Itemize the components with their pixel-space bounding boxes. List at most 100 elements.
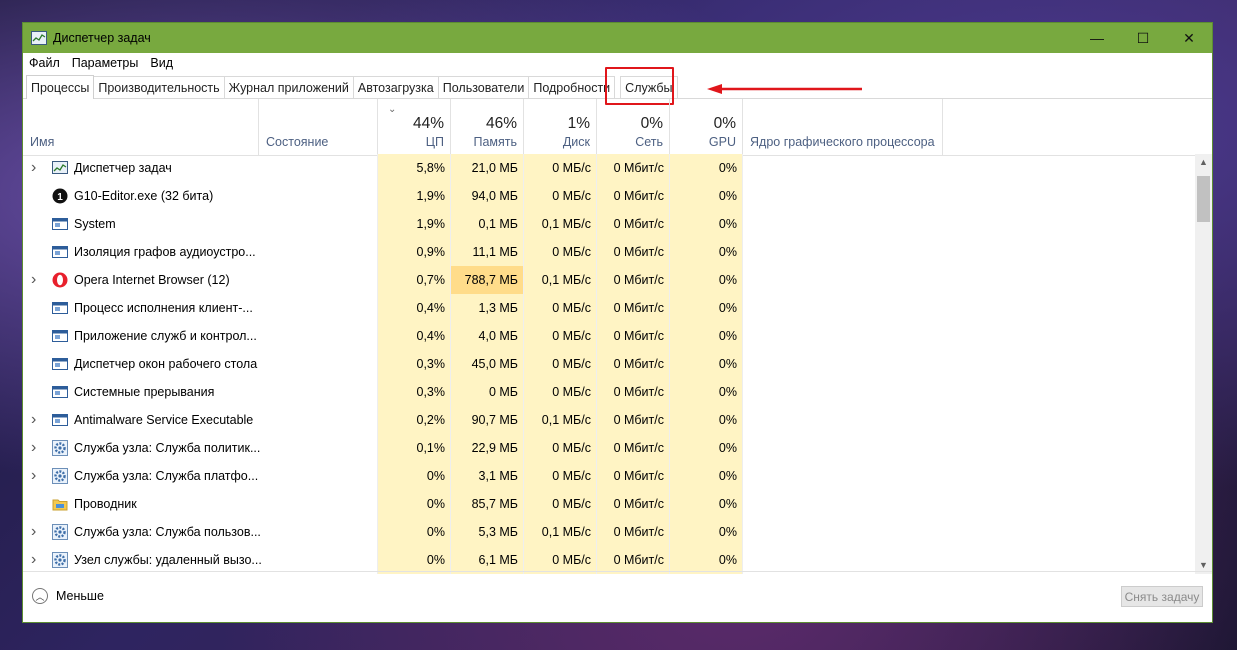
menu-options[interactable]: Параметры [72, 56, 139, 70]
memory-cell: 22,9 МБ [451, 434, 524, 462]
service-gear-icon [52, 524, 68, 540]
network-cell: 0 Мбит/с [597, 238, 670, 266]
process-name: Узел службы: удаленный вызо... [74, 553, 262, 567]
memory-cell: 6,1 МБ [451, 546, 524, 574]
gpu-cell: 0% [670, 378, 743, 406]
network-cell: 0 Мбит/с [597, 266, 670, 294]
cpu-cell: 0,7% [378, 266, 451, 294]
disk-cell: 0 МБ/с [524, 350, 597, 378]
expand-chevron-icon[interactable]: › [31, 546, 36, 574]
column-network[interactable]: 0% Сеть [597, 99, 670, 155]
expand-chevron-icon[interactable]: › [31, 406, 36, 434]
column-status[interactable]: Состояние [259, 99, 378, 155]
service-gear-icon [52, 440, 68, 456]
tab-app-history[interactable]: Журнал приложений [223, 76, 354, 98]
network-cell: 0 Мбит/с [597, 518, 670, 546]
cpu-cell: 1,9% [378, 210, 451, 238]
expand-chevron-icon[interactable]: › [31, 462, 36, 490]
network-cell: 0 Мбит/с [597, 322, 670, 350]
system-window-icon [52, 300, 68, 316]
maximize-button[interactable]: ☐ [1120, 23, 1166, 53]
end-task-button[interactable]: Снять задачу [1121, 586, 1203, 607]
disk-cell: 0 МБ/с [524, 378, 597, 406]
process-row[interactable]: Приложение служб и контрол... 0,4% 4,0 МБ 0… [23, 322, 1197, 350]
system-window-icon [52, 412, 68, 428]
memory-cell: 3,1 МБ [451, 462, 524, 490]
tab-services[interactable]: Службы [620, 76, 678, 98]
expand-chevron-icon[interactable]: › [31, 154, 36, 182]
column-name[interactable]: Имя [23, 99, 259, 155]
gpu-cell: 0% [670, 434, 743, 462]
process-row[interactable]: System 1,9% 0,1 МБ 0,1 МБ/с 0 Мбит/с 0% [23, 210, 1197, 238]
disk-cell: 0,1 МБ/с [524, 406, 597, 434]
gpu-cell: 0% [670, 518, 743, 546]
g10-editor-icon: 1 [52, 188, 68, 204]
disk-cell: 0 МБ/с [524, 182, 597, 210]
process-row[interactable]: Системные прерывания 0,3% 0 МБ 0 МБ/с 0 Мбит… [23, 378, 1197, 406]
gpu-cell: 0% [670, 266, 743, 294]
footer-bar: ︿ Меньше Снять задачу [23, 571, 1212, 622]
memory-cell: 5,3 МБ [451, 518, 524, 546]
system-window-icon [52, 356, 68, 372]
column-memory[interactable]: 46% Память [451, 99, 524, 155]
process-name: Системные прерывания [74, 385, 215, 399]
process-row[interactable]: › Служба узла: Служба платфо... 0% 3,1 МБ 0 … [23, 462, 1197, 490]
system-window-icon [52, 384, 68, 400]
network-cell: 0 Мбит/с [597, 182, 670, 210]
process-row[interactable]: 1 G10-Editor.exe (32 бита) 1,9% 94,0 МБ 0 МБ… [23, 182, 1197, 210]
tab-details[interactable]: Подробности [528, 76, 616, 98]
process-row[interactable]: › Antimalware Service Executable 0,2% 90,7 … [23, 406, 1197, 434]
disk-cell: 0 МБ/с [524, 490, 597, 518]
cpu-cell: 1,9% [378, 182, 451, 210]
close-button[interactable]: ✕ [1166, 23, 1212, 53]
expand-chevron-icon[interactable]: › [31, 266, 36, 294]
process-row[interactable]: › Служба узла: Служба политик... 0,1% 22,9 … [23, 434, 1197, 462]
process-row[interactable]: Процесс исполнения клиент-... 0,4% 1,3 МБ 0… [23, 294, 1197, 322]
process-name: Opera Internet Browser (12) [74, 273, 230, 287]
task-manager-icon [31, 31, 47, 45]
expand-chevron-icon[interactable]: › [31, 434, 36, 462]
process-row[interactable]: › Opera Internet Browser (12) 0,7% 788,7 МБ… [23, 266, 1197, 294]
menu-file[interactable]: Файл [29, 56, 60, 70]
process-row[interactable]: Проводник 0% 85,7 МБ 0 МБ/с 0 Мбит/с 0% [23, 490, 1197, 518]
network-cell: 0 Мбит/с [597, 294, 670, 322]
menu-view[interactable]: Вид [150, 56, 173, 70]
gpu-cell: 0% [670, 182, 743, 210]
svg-text:1: 1 [57, 192, 63, 203]
tab-strip: Процессы Производительность Журнал прило… [23, 67, 1212, 105]
scroll-up-icon[interactable]: ▲ [1195, 154, 1212, 171]
process-name: Служба узла: Служба платфо... [74, 469, 259, 483]
expand-chevron-icon[interactable]: › [31, 518, 36, 546]
process-row[interactable]: › Диспетчер задач 5,8% 21,0 МБ 0 МБ/с 0 Мбит/… [23, 154, 1197, 182]
task-manager-window: Диспетчер задач — ☐ ✕ Файл Параметры Вид… [22, 22, 1213, 623]
process-row[interactable]: Изоляция графов аудиоустро... 0,9% 11,1 МБ… [23, 238, 1197, 266]
memory-cell: 45,0 МБ [451, 350, 524, 378]
process-name: Служба узла: Служба пользов... [74, 525, 261, 539]
fewer-details-button[interactable]: ︿ Меньше [32, 588, 104, 604]
tab-processes[interactable]: Процессы [26, 75, 95, 99]
process-row[interactable]: Диспетчер окон рабочего стола 0,3% 45,0 МБ… [23, 350, 1197, 378]
column-cpu[interactable]: ⌄ 44% ЦП [378, 99, 451, 155]
column-disk[interactable]: 1% Диск [524, 99, 597, 155]
column-gpu[interactable]: 0% GPU [670, 99, 743, 155]
cpu-cell: 0,4% [378, 294, 451, 322]
gpu-cell: 0% [670, 490, 743, 518]
cpu-cell: 0,3% [378, 378, 451, 406]
process-row[interactable]: › Служба узла: Служба пользов... 0% 5,3 МБ 0… [23, 518, 1197, 546]
gpu-cell: 0% [670, 154, 743, 182]
cpu-cell: 0,4% [378, 322, 451, 350]
tab-users[interactable]: Пользователи [437, 76, 530, 98]
tab-startup[interactable]: Автозагрузка [352, 76, 439, 98]
scroll-thumb[interactable] [1197, 176, 1210, 222]
system-window-icon [52, 328, 68, 344]
column-gpu-engine[interactable]: Ядро графического процессора [743, 99, 943, 155]
disk-cell: 0,1 МБ/с [524, 266, 597, 294]
window-title: Диспетчер задач [53, 31, 151, 45]
cpu-cell: 0,2% [378, 406, 451, 434]
vertical-scrollbar[interactable]: ▲ ▼ [1195, 154, 1212, 574]
tab-performance[interactable]: Производительность [93, 76, 225, 98]
minimize-button[interactable]: — [1074, 23, 1120, 53]
process-row[interactable]: › Узел службы: удаленный вызо... 0% 6,1 МБ 0… [23, 546, 1197, 574]
gpu-cell: 0% [670, 294, 743, 322]
process-name: System [74, 217, 116, 231]
